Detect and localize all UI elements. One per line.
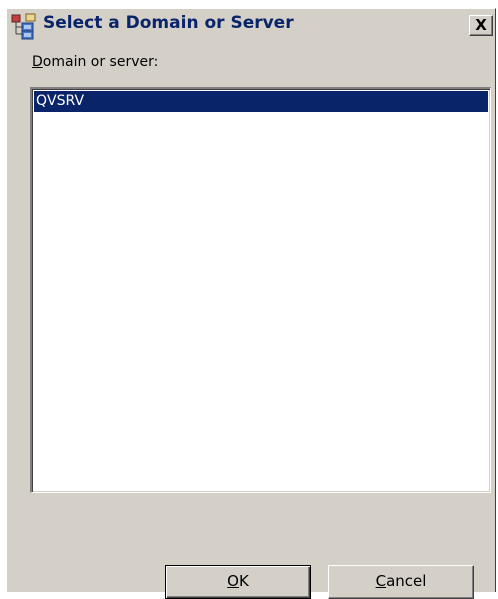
close-icon: X [475,16,487,34]
ok-button[interactable]: OK [165,565,311,599]
label-accelerator: D [32,54,43,70]
cancel-accelerator: C [375,572,387,590]
dialog-title: Select a Domain or Server [43,13,294,33]
list-item[interactable]: QVSRV [34,91,488,112]
select-domain-dialog: Select a Domain or Server X Domain or se… [6,8,496,599]
label-text: omain or server: [42,54,159,70]
domain-tree-icon [10,12,38,40]
ok-label: K [238,572,249,590]
title-bar[interactable]: Select a Domain or Server X [7,9,495,43]
ok-accelerator: O [227,572,239,590]
domain-server-list[interactable]: QVSRV [30,87,491,493]
list-item-label: QVSRV [36,93,85,109]
domain-or-server-label: Domain or server: [32,54,158,70]
cancel-label: ancel [386,572,427,590]
close-button[interactable]: X [469,15,493,36]
cancel-button[interactable]: Cancel [328,565,474,599]
